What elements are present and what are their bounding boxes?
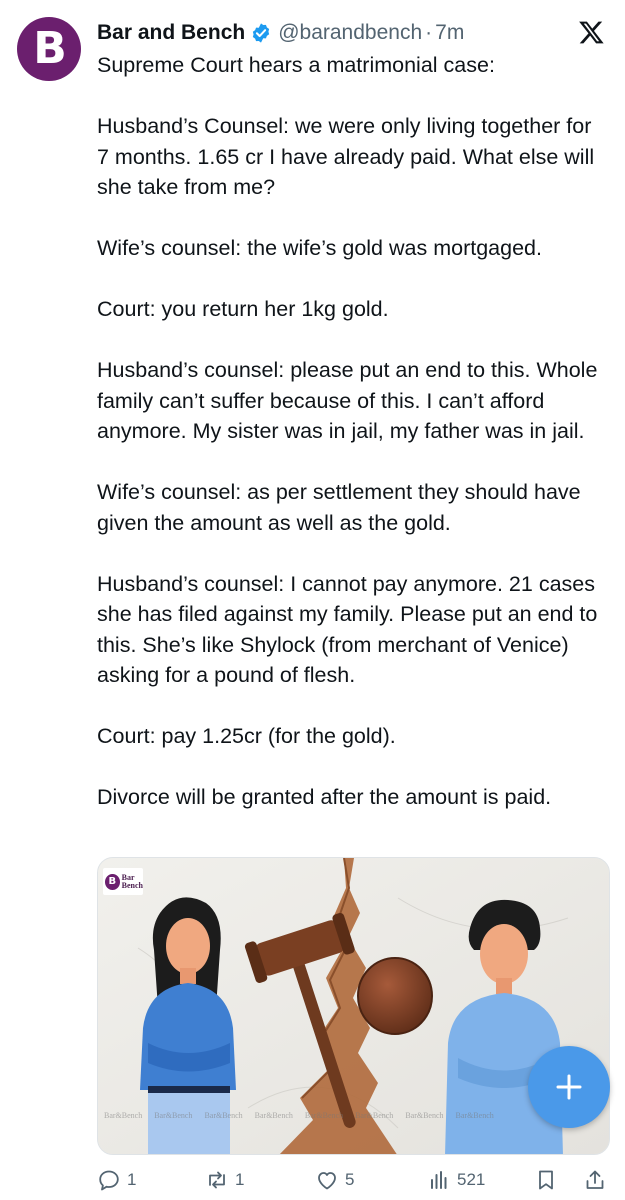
tweet-actions: 1 1 5 521 <box>97 1165 610 1195</box>
tweet-paragraph: Husband’s counsel: I cannot pay anymore.… <box>97 571 598 688</box>
tweet-timestamp[interactable]: 7m <box>435 21 464 45</box>
logo-letter: B <box>105 873 120 890</box>
watermark-text: Bar&Bench <box>104 1111 143 1120</box>
watermark-text: Bar&Bench <box>204 1111 243 1120</box>
image-watermark: Bar&Bench Bar&Bench Bar&Bench Bar&Bench … <box>98 1111 609 1120</box>
like-count: 5 <box>345 1170 355 1189</box>
logo-text-line2: Bench <box>121 880 143 890</box>
tweet-paragraph: Court: you return her 1kg gold. <box>97 297 389 321</box>
share-icon <box>586 1170 604 1189</box>
tweet-paragraph: Husband’s counsel: please put an end to … <box>97 358 598 443</box>
heart-icon <box>318 1172 336 1190</box>
bar-and-bench-logo: B Bar Bench <box>103 868 143 895</box>
tweet-paragraph: Divorce will be granted after the amount… <box>97 785 552 809</box>
verified-badge-icon <box>253 23 270 43</box>
watermark-text: Bar&Bench <box>455 1111 494 1120</box>
tweet-header: Bar and Bench @barandbench · 7m <box>97 19 605 47</box>
watermark-text: Bar&Bench <box>154 1111 193 1120</box>
tweet-paragraph: Wife’s counsel: as per settlement they s… <box>97 480 581 535</box>
reply-icon <box>99 1170 119 1191</box>
watermark-text: Bar&Bench <box>304 1111 344 1120</box>
watermark-text: Bar&Bench <box>405 1111 444 1120</box>
bookmark-button[interactable] <box>534 1165 558 1195</box>
separator-dot: · <box>425 21 433 44</box>
author-handle[interactable]: @barandbench <box>278 21 422 45</box>
avatar-letter: B <box>33 23 67 74</box>
tweet-paragraph: Court: pay 1.25cr (for the gold). <box>97 724 396 748</box>
tweet-paragraph: Husband’s Counsel: we were only living t… <box>97 114 595 199</box>
views-count: 521 <box>457 1170 486 1189</box>
retweet-button[interactable]: 1 <box>205 1165 244 1195</box>
reply-count: 1 <box>127 1170 137 1189</box>
tweet-text: Supreme Court hears a matrimonial case: … <box>97 50 607 813</box>
author-name[interactable]: Bar and Bench <box>97 21 245 45</box>
tweet-paragraph: Wife’s counsel: the wife’s gold was mort… <box>97 236 542 260</box>
bookmark-icon <box>539 1170 553 1190</box>
tweet-image[interactable]: B Bar Bench Bar&Bench Bar&Bench Bar&Benc… <box>97 857 610 1155</box>
share-button[interactable] <box>583 1165 607 1195</box>
like-button[interactable]: 5 <box>315 1165 354 1195</box>
tweet-paragraph: Supreme Court hears a matrimonial case: <box>97 53 495 77</box>
author-avatar[interactable]: B <box>17 17 81 81</box>
plus-icon <box>556 1074 582 1100</box>
logo-wordmark: Bar Bench <box>121 873 143 890</box>
retweet-icon <box>209 1171 225 1189</box>
compose-button[interactable] <box>528 1046 610 1128</box>
watermark-text: Bar&Bench <box>254 1111 293 1120</box>
x-logo-icon <box>579 21 604 44</box>
views-button[interactable]: 521 <box>427 1165 485 1195</box>
retweet-count: 1 <box>235 1170 245 1189</box>
views-icon <box>431 1171 447 1189</box>
watermark-text: Bar&Bench <box>355 1111 394 1120</box>
reply-button[interactable]: 1 <box>97 1165 136 1195</box>
